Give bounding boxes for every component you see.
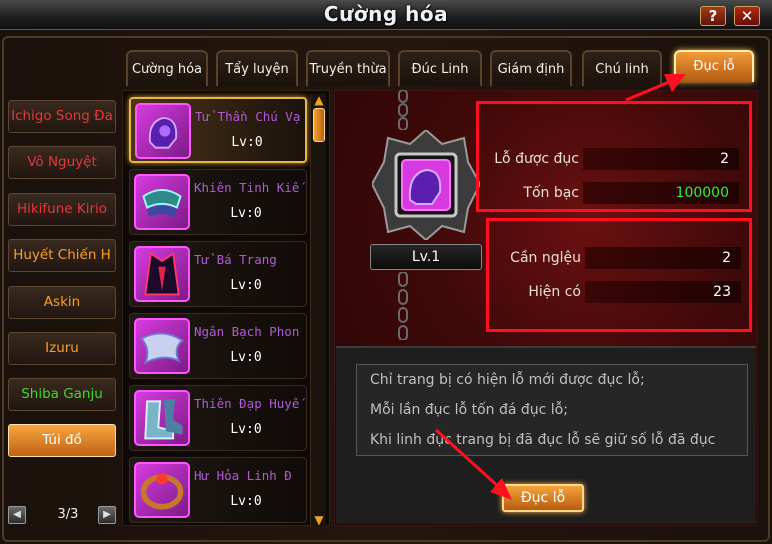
cost-label: Tốn bạc xyxy=(523,185,579,201)
equipment-item[interactable]: Ngân Bạch Phon Lv:0 xyxy=(129,313,307,379)
equipment-name: Khiên Tinh Kiế xyxy=(194,180,300,195)
have-value: 23 xyxy=(585,281,741,303)
holes-label: Lỗ được đục xyxy=(494,151,579,167)
help-button[interactable]: ? xyxy=(700,6,726,26)
character-item[interactable]: Vô Nguyệt xyxy=(8,146,116,179)
have-row: Hiện có 23 xyxy=(481,281,751,303)
bag-button[interactable]: Túi đồ xyxy=(8,424,116,457)
equipment-level: Lv:0 xyxy=(231,135,263,150)
equipment-item[interactable]: Tử Thần Chú Vạ Lv:0 xyxy=(129,97,307,163)
need-label: Cần nglệu xyxy=(510,250,581,266)
equipped-level: Lv.1 xyxy=(370,244,482,270)
boots-icon xyxy=(134,390,190,446)
need-value: 2 xyxy=(585,247,741,269)
equipment-level: Lv:0 xyxy=(230,278,262,293)
scarf-icon xyxy=(134,318,190,374)
scroll-thumb[interactable] xyxy=(313,108,325,142)
equipment-scrollbar[interactable]: ▲ ▼ xyxy=(310,94,326,526)
equipped-item-slot[interactable] xyxy=(370,128,482,242)
holes-value: 2 xyxy=(583,148,739,170)
equipment-name: Thiên Đạp Huyế xyxy=(194,396,300,411)
character-item[interactable]: Izuru xyxy=(8,332,116,365)
scroll-down-icon[interactable]: ▼ xyxy=(312,514,326,526)
description-line: Mỗi lần đục lỗ tốn đá đục lỗ; xyxy=(370,402,568,418)
tab-truyen-thua[interactable]: Truyền thừa xyxy=(306,50,390,86)
page-indicator: 3/3 xyxy=(57,507,79,522)
equipment-item[interactable]: Thiên Đạp Huyế Lv:0 xyxy=(129,385,307,451)
material-info-box: Cần nglệu 2 Hiện có 23 xyxy=(486,218,752,332)
have-label: Hiện có xyxy=(528,284,581,300)
equipment-name: Hư Hỏa Linh Đ xyxy=(194,468,292,483)
equipment-level: Lv:0 xyxy=(230,422,262,437)
character-item[interactable]: Askin xyxy=(8,286,116,319)
equipment-item[interactable]: Khiên Tinh Kiế Lv:0 xyxy=(129,169,307,235)
need-row: Cần nglệu 2 xyxy=(481,247,751,269)
tab-tay-luyen[interactable]: Tẩy luyện xyxy=(216,50,298,86)
equipment-name: Ngân Bạch Phon xyxy=(194,324,300,339)
punch-hole-button[interactable]: Đục lỗ xyxy=(502,484,584,512)
character-pager: ◀ 3/3 ▶ xyxy=(8,506,116,526)
character-item[interactable]: Hikifune Kirio xyxy=(8,193,116,226)
scroll-up-icon[interactable]: ▲ xyxy=(312,94,326,106)
equipment-name: Tử Bá Trang xyxy=(194,252,277,267)
character-item[interactable]: Shiba Ganju xyxy=(8,378,116,411)
cost-row: Tốn bạc 100000 xyxy=(479,182,749,204)
holes-row: Lỗ được đục 2 xyxy=(479,148,749,170)
equipment-item[interactable]: Tử Bá Trang Lv:0 xyxy=(129,241,307,307)
shield-icon xyxy=(134,174,190,230)
tab-duc-lo[interactable]: Đục lỗ xyxy=(674,50,754,82)
character-item[interactable]: Ichigo Song Đa xyxy=(8,100,116,133)
equipment-list[interactable]: Tử Thần Chú Vạ Lv:0 Khiên Tinh Kiế Lv:0 … xyxy=(122,90,330,526)
window-title: Cường hóa xyxy=(323,2,449,26)
equipment-item[interactable]: Hư Hỏa Linh Đ Lv:0 xyxy=(129,457,307,523)
next-page-button[interactable]: ▶ xyxy=(98,506,116,524)
prev-page-button[interactable]: ◀ xyxy=(8,506,26,524)
tab-cuong-hoa[interactable]: Cường hóa xyxy=(126,50,208,86)
window-title-bar: Cường hóa ? ✕ xyxy=(0,0,772,30)
helmet-icon xyxy=(135,103,191,159)
chain-bottom-icon xyxy=(398,272,408,340)
chain-top-icon xyxy=(398,90,408,130)
equipment-level: Lv:0 xyxy=(230,206,262,221)
hole-info-box: Lỗ được đục 2 Tốn bạc 100000 xyxy=(476,101,752,212)
equipment-level: Lv:0 xyxy=(230,494,262,509)
character-item[interactable]: Huyết Chiến H xyxy=(8,239,116,272)
tab-giam-dinh[interactable]: Giám định xyxy=(490,50,572,86)
description-line: Chỉ trang bị có hiện lỗ mới được đục lỗ; xyxy=(370,372,645,388)
close-button[interactable]: ✕ xyxy=(734,6,760,26)
equipment-level: Lv:0 xyxy=(230,350,262,365)
description-line: Khi linh đục trang bị đã đục lỗ sẽ giữ s… xyxy=(370,432,716,448)
ring-icon xyxy=(134,462,190,518)
cost-value: 100000 xyxy=(583,182,739,204)
armor-icon xyxy=(134,246,190,302)
tab-chu-linh[interactable]: Chú linh xyxy=(582,50,662,86)
equipment-name: Tử Thần Chú Vạ xyxy=(195,109,301,124)
tab-duc-linh[interactable]: Đúc Linh xyxy=(398,50,482,86)
